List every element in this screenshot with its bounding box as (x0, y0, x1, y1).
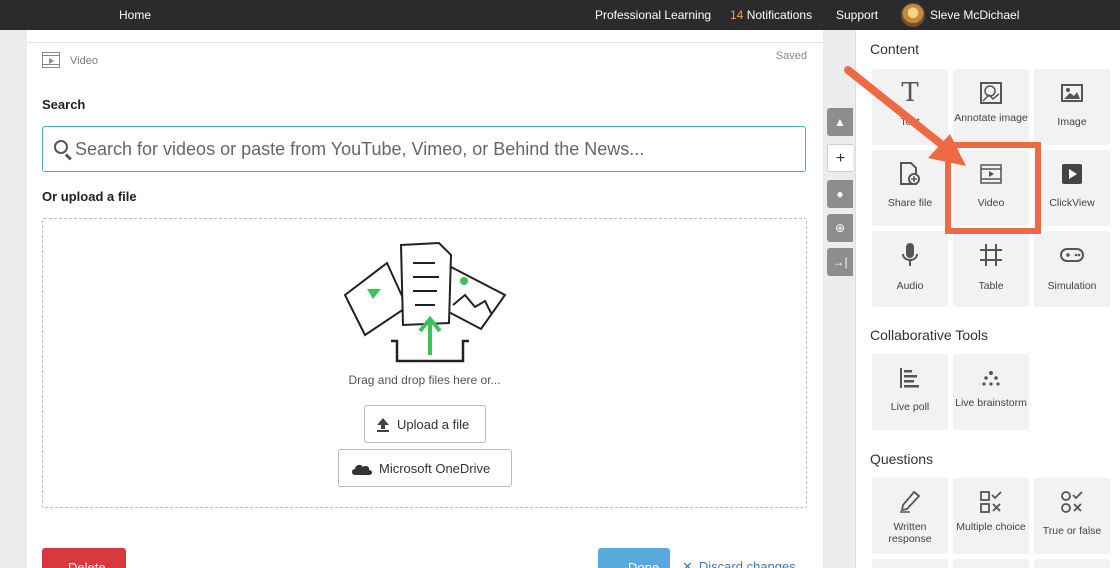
tile-label: Image (1057, 116, 1087, 128)
notifications-label: Notifications (746, 8, 813, 22)
question-tile-true-false[interactable]: True or false (1034, 478, 1110, 554)
nav-notifications-link[interactable]: 14 Notifications (730, 8, 812, 22)
nav-professional-learning-link[interactable]: Professional Learning (595, 8, 711, 22)
tile-label: Share file (887, 197, 933, 209)
tile-label: ClickView (1049, 197, 1095, 209)
done-label: Done (628, 560, 660, 568)
image-icon (1034, 79, 1110, 107)
save-status: Saved (775, 50, 807, 62)
question-tile-written-response[interactable]: Written response (872, 478, 948, 554)
multiple-choice-icon (953, 488, 1029, 516)
question-tile-partial[interactable] (1034, 559, 1110, 568)
tile-label: Simulation (1047, 280, 1097, 292)
delete-button[interactable]: Delete (42, 548, 126, 568)
content-tile-image[interactable]: Image (1034, 69, 1110, 145)
discard-label: Discard changes (698, 559, 796, 568)
content-tile-audio[interactable]: Audio (872, 231, 948, 307)
collapse-icon: →| (832, 255, 848, 269)
tab-collapse[interactable]: →| (827, 248, 853, 276)
close-icon: ✕ (682, 559, 693, 568)
collab-tile-live-poll[interactable]: Live poll (872, 354, 948, 430)
upload-file-button[interactable]: Upload a file (364, 405, 486, 443)
tile-label: Audio (896, 280, 924, 292)
microphone-icon (872, 241, 948, 269)
tile-label: Table (978, 280, 1004, 292)
content-tile-table[interactable]: Table (953, 231, 1029, 307)
block-type-label: Video (70, 55, 98, 67)
search-icon (54, 140, 68, 154)
clickview-icon (1034, 160, 1110, 188)
gamepad-icon (1034, 241, 1110, 269)
upload-heading: Or upload a file (42, 189, 137, 204)
content-tile-clickview[interactable]: ClickView (1034, 150, 1110, 226)
onedrive-button[interactable]: Microsoft OneDrive (338, 449, 512, 487)
delete-label: Delete (68, 560, 106, 568)
user-avatar[interactable] (901, 3, 925, 27)
nav-home-link[interactable]: Home (119, 8, 151, 22)
collab-tile-live-brainstorm[interactable]: Live brainstorm (953, 354, 1029, 430)
done-button[interactable]: Done (598, 548, 670, 568)
annotation-highlight-box (945, 142, 1041, 234)
brainstorm-icon (953, 364, 1029, 392)
crosshair-icon: ⊕ (834, 221, 846, 235)
divider (27, 42, 823, 43)
tile-label: Multiple choice (956, 521, 1026, 533)
film-icon (42, 52, 60, 68)
cloud-icon (352, 464, 372, 475)
block-type-indicator: Video (42, 52, 192, 70)
tile-label: True or false (1042, 525, 1102, 537)
search-heading: Search (42, 97, 86, 112)
discard-changes-link[interactable]: ✕ Discard changes (682, 559, 796, 568)
nav-support-link[interactable]: Support (836, 8, 878, 22)
search-field[interactable] (42, 126, 806, 172)
video-block-editor: Video Saved Search Or upload a file (27, 30, 823, 568)
video-search-input[interactable] (75, 135, 795, 163)
upload-icon (377, 418, 389, 432)
pen-icon (872, 488, 948, 516)
collab-section-title: Collaborative Tools (870, 327, 989, 343)
upload-file-label: Upload a file (397, 417, 470, 432)
bar-chart-icon (872, 364, 948, 392)
question-tile-partial[interactable] (872, 559, 948, 568)
tile-label: Live brainstorm (955, 397, 1027, 409)
table-icon (953, 241, 1029, 269)
upload-illustration-icon (343, 241, 507, 363)
notification-count-badge: 14 (730, 8, 744, 22)
onedrive-label: Microsoft OneDrive (379, 461, 491, 476)
tab-comments[interactable]: ● (827, 180, 853, 208)
questions-section-title: Questions (870, 451, 934, 467)
tab-navigate[interactable]: ⊕ (827, 214, 853, 242)
tile-label: Live poll (890, 401, 930, 413)
chat-icon: ● (836, 187, 844, 201)
question-tile-multiple-choice[interactable]: Multiple choice (953, 478, 1029, 554)
content-tile-simulation[interactable]: Simulation (1034, 231, 1110, 307)
tile-label: Written response (888, 521, 932, 545)
true-false-icon (1034, 488, 1110, 516)
content-section-title: Content (870, 41, 920, 57)
drop-instructions: Drag and drop files here or... (348, 373, 501, 387)
user-name-menu[interactable]: Sleve McDichael (930, 8, 1019, 22)
top-nav-bar: Home Professional Learning 14 Notificati… (0, 0, 1120, 30)
question-tile-partial[interactable] (953, 559, 1029, 568)
file-dropzone[interactable]: Drag and drop files here or... Upload a … (42, 218, 807, 508)
